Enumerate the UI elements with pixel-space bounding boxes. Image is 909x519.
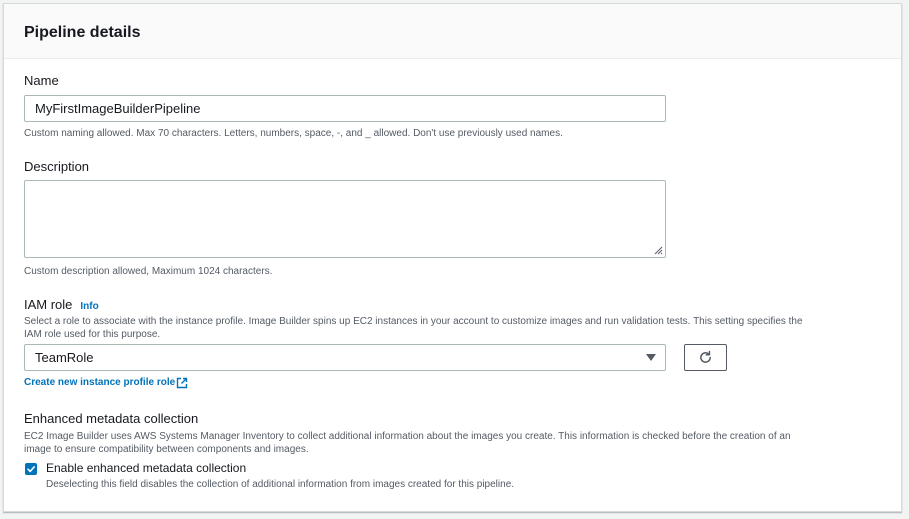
enable-metadata-checkbox[interactable]	[25, 463, 37, 475]
name-input[interactable]	[24, 95, 666, 122]
description-hint: Custom description allowed, Maximum 1024…	[24, 266, 273, 277]
name-hint: Custom naming allowed. Max 70 characters…	[24, 128, 563, 139]
panel-title: Pipeline details	[24, 24, 141, 41]
external-link-icon	[176, 377, 188, 388]
refresh-roles-button[interactable]	[684, 344, 727, 371]
metadata-heading: Enhanced metadata collection	[24, 411, 199, 426]
metadata-hint-line1: EC2 Image Builder uses AWS Systems Manag…	[24, 431, 791, 442]
refresh-icon	[700, 350, 711, 363]
iam-role-label: IAM role	[24, 297, 73, 312]
enable-metadata-checkbox-hint: Deselecting this field disables the coll…	[46, 479, 515, 490]
panel-header: Pipeline details	[4, 4, 901, 59]
checkmark-icon	[27, 466, 35, 473]
metadata-hint-line2: image to ensure compatibility between co…	[24, 444, 309, 455]
iam-role-hint-line2: IAM role used for this purpose.	[24, 329, 161, 340]
enable-metadata-checkbox-label[interactable]: Enable enhanced metadata collection	[46, 460, 246, 476]
iam-role-select[interactable]: TeamRole	[24, 344, 666, 371]
name-label: Name	[24, 73, 59, 88]
create-role-link-text: Create new instance profile role	[24, 377, 176, 388]
pipeline-details-panel: Pipeline details Name Custom naming allo…	[3, 3, 902, 512]
create-instance-profile-role-link[interactable]: Create new instance profile role	[24, 376, 188, 389]
resize-grip-icon[interactable]	[654, 246, 663, 255]
description-label: Description	[24, 159, 90, 174]
iam-role-selected-value: TeamRole	[35, 350, 94, 365]
description-textarea[interactable]	[24, 180, 666, 258]
iam-role-hint-line1: Select a role to associate with the inst…	[24, 316, 803, 327]
caret-down-icon	[646, 354, 656, 361]
iam-role-heading: IAM role Info	[24, 296, 99, 316]
iam-role-info-link[interactable]: Info	[80, 298, 98, 316]
